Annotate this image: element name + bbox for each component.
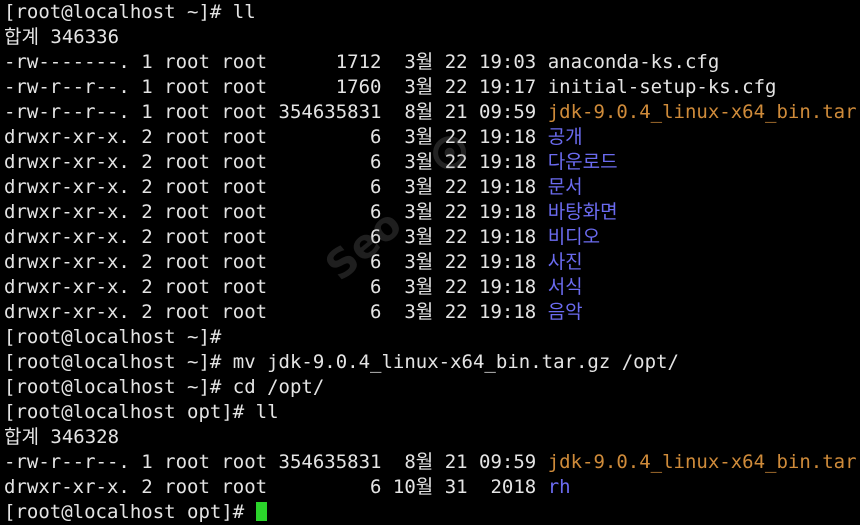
- line-text: [root@localhost ~]#: [4, 326, 222, 348]
- file-meta: -rw-r--r--. 1 root root 1760 3월 22 19:17: [4, 76, 548, 98]
- file-name: initial-setup-ks.cfg: [547, 76, 777, 98]
- prompt-line: [root@localhost ~]# mv jdk-9.0.4_linux-x…: [4, 350, 860, 375]
- file-meta: drwxr-xr-x. 2 root root 6 3월 22 19:18: [4, 276, 548, 298]
- total-line: 합계 346328: [4, 425, 860, 450]
- file-meta: drwxr-xr-x. 2 root root 6 3월 22 19:18: [4, 176, 548, 198]
- listing-row: drwxr-xr-x. 2 root root 6 3월 22 19:18 서식: [4, 275, 860, 300]
- file-meta: -rw-r--r--. 1 root root 354635831 8월 21 …: [4, 101, 548, 123]
- file-name: anaconda-ks.cfg: [547, 51, 720, 73]
- directory-name: 음악: [547, 301, 583, 323]
- file-meta: drwxr-xr-x. 2 root root 6 3월 22 19:18: [4, 226, 548, 248]
- listing-row: -rw-------. 1 root root 1712 3월 22 19:03…: [4, 50, 860, 75]
- prompt-line: [root@localhost ~]#: [4, 325, 860, 350]
- file-meta: drwxr-xr-x. 2 root root 6 3월 22 19:18: [4, 126, 548, 148]
- directory-name: 바탕화면: [547, 201, 618, 223]
- archive-file-name: jdk-9.0.4_linux-x64_bin.tar.gz: [547, 451, 860, 473]
- directory-name: 다운로드: [547, 151, 618, 173]
- prompt-line[interactable]: [root@localhost opt]#: [4, 500, 860, 525]
- line-text: [root@localhost ~]# cd /opt/: [4, 376, 325, 398]
- prompt-line: [root@localhost opt]# ll: [4, 400, 860, 425]
- line-text: 합계 346336: [4, 26, 120, 48]
- listing-row: drwxr-xr-x. 2 root root 6 10월 31 2018 rh: [4, 475, 860, 500]
- line-text: [root@localhost ~]# mv jdk-9.0.4_linux-x…: [4, 351, 679, 373]
- listing-row: drwxr-xr-x. 2 root root 6 3월 22 19:18 다운…: [4, 150, 860, 175]
- listing-row: drwxr-xr-x. 2 root root 6 3월 22 19:18 음악: [4, 300, 860, 325]
- file-meta: -rw-------. 1 root root 1712 3월 22 19:03: [4, 51, 548, 73]
- listing-row: drwxr-xr-x. 2 root root 6 3월 22 19:18 사진: [4, 250, 860, 275]
- line-text: [root@localhost opt]#: [4, 501, 256, 523]
- listing-row: -rw-r--r--. 1 root root 1760 3월 22 19:17…: [4, 75, 860, 100]
- listing-row: drwxr-xr-x. 2 root root 6 3월 22 19:18 비디…: [4, 225, 860, 250]
- directory-name: 비디오: [547, 226, 601, 248]
- line-text: 합계 346328: [4, 426, 120, 448]
- file-meta: drwxr-xr-x. 2 root root 6 3월 22 19:18: [4, 201, 548, 223]
- file-meta: drwxr-xr-x. 2 root root 6 3월 22 19:18: [4, 301, 548, 323]
- directory-name: 서식: [547, 276, 583, 298]
- prompt-line: [root@localhost ~]# ll: [4, 0, 860, 25]
- line-text: [root@localhost opt]# ll: [4, 401, 279, 423]
- archive-file-name: jdk-9.0.4_linux-x64_bin.tar.gz: [547, 101, 860, 123]
- directory-name: rh: [547, 476, 571, 498]
- terminal-window[interactable]: [root@localhost ~]# ll 합계 346336 -rw----…: [0, 0, 860, 523]
- file-meta: -rw-r--r--. 1 root root 354635831 8월 21 …: [4, 451, 548, 473]
- cursor-block: [255, 502, 267, 521]
- file-meta: drwxr-xr-x. 2 root root 6 3월 22 19:18: [4, 151, 548, 173]
- listing-row: drwxr-xr-x. 2 root root 6 3월 22 19:18 문서: [4, 175, 860, 200]
- listing-row: drwxr-xr-x. 2 root root 6 3월 22 19:18 바탕…: [4, 200, 860, 225]
- directory-name: 공개: [547, 126, 583, 148]
- line-text: [root@localhost ~]# ll: [4, 1, 256, 23]
- total-line: 합계 346336: [4, 25, 860, 50]
- file-meta: drwxr-xr-x. 2 root root 6 3월 22 19:18: [4, 251, 548, 273]
- listing-row: drwxr-xr-x. 2 root root 6 3월 22 19:18 공개: [4, 125, 860, 150]
- directory-name: 사진: [547, 251, 583, 273]
- listing-row: -rw-r--r--. 1 root root 354635831 8월 21 …: [4, 450, 860, 475]
- file-meta: drwxr-xr-x. 2 root root 6 10월 31 2018: [4, 476, 548, 498]
- listing-row: -rw-r--r--. 1 root root 354635831 8월 21 …: [4, 100, 860, 125]
- prompt-line: [root@localhost ~]# cd /opt/: [4, 375, 860, 400]
- directory-name: 문서: [547, 176, 583, 198]
